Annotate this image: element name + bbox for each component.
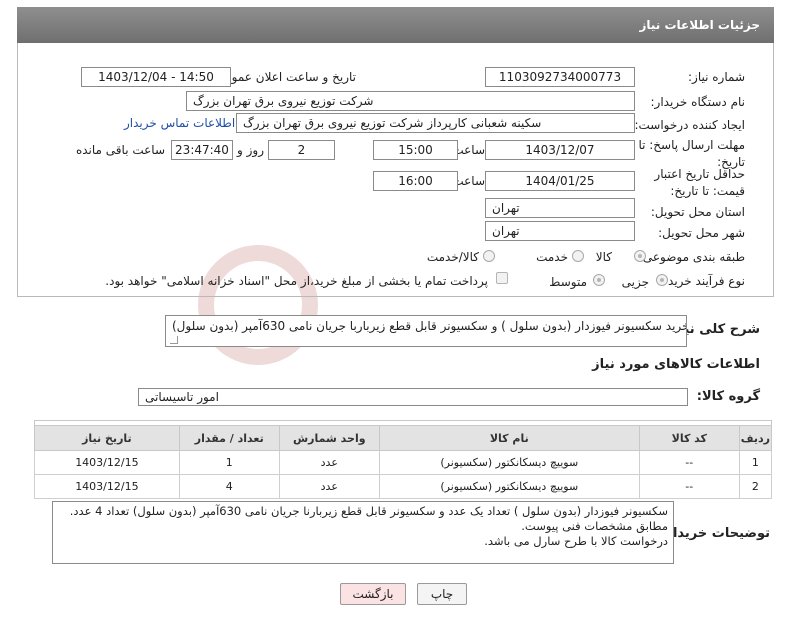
validity-label: حداقل تاریخ اعتبار قیمت: تا تاریخ: — [654, 167, 745, 198]
cell-code: -- — [638, 450, 740, 475]
buyer-notes-line-2: مطابق مشخصات فنی پیوست. — [521, 519, 668, 533]
page-title: جزئیات اطلاعات نیاز — [639, 18, 760, 32]
announce-field: 1403/12/04 - 14:50 — [81, 67, 231, 87]
days-field: 2 — [268, 140, 335, 160]
days-label: روز و — [237, 143, 264, 157]
cell-unit: عدد — [278, 450, 380, 475]
need-number-label: شماره نیاز: — [688, 70, 745, 84]
summary-textarea[interactable]: خرید سکسیونر فیوزدار (بدون سلول ) و سکسی… — [165, 315, 687, 347]
announce-label: تاریخ و ساعت اعلان عمومی: — [211, 70, 356, 84]
process-radio-medium[interactable] — [593, 274, 605, 286]
table-header-row: ردیف کد کالا نام کالا واحد شمارش تعداد /… — [34, 425, 773, 451]
col-name: نام کالا — [378, 425, 640, 451]
col-code: کد کالا — [638, 425, 740, 451]
category-radio-goods[interactable] — [634, 250, 646, 262]
process-label: نوع فرآیند خرید : — [660, 274, 745, 288]
items-table: ردیف کد کالا نام کالا واحد شمارش تعداد /… — [34, 425, 773, 499]
cell-name: سوییچ دیسکانکتور (سکسیونر) — [378, 450, 640, 475]
buyer-notes-label: توضیحات خریدار: — [660, 526, 770, 541]
goods-group-field: امور تاسیساتی — [138, 388, 688, 406]
remaining-time-field: 23:47:40 — [171, 140, 233, 160]
cell-row: 1 — [738, 450, 773, 475]
validity-date-field: 1404/01/25 — [485, 171, 635, 191]
table-row[interactable]: 2 -- سوییچ دیسکانکتور (سکسیونر) عدد 4 14… — [34, 474, 773, 499]
col-qty: تعداد / مقدار — [178, 425, 280, 451]
deadline-date-field: 1403/12/07 — [485, 140, 635, 160]
validity-time-field: 16:00 — [373, 171, 458, 191]
buyer-org-field: شرکت توزیع نیروی برق تهران بزرگ — [186, 91, 635, 111]
cell-unit: عدد — [278, 474, 380, 499]
goods-section-title: اطلاعات کالاهای مورد نیاز — [592, 357, 760, 372]
panel-header: جزئیات اطلاعات نیاز — [17, 7, 774, 43]
buyer-contact-link[interactable]: اطلاعات تماس خریدار — [124, 116, 235, 130]
col-unit: واحد شمارش — [278, 425, 380, 451]
buyer-notes-textarea[interactable]: سکسیونر فیوزدار (بدون سلول ) تعداد یک عد… — [52, 501, 674, 564]
goods-group-label: گروه کالا: — [696, 389, 760, 404]
category-option-service: خدمت — [536, 250, 568, 264]
cell-date: 1403/12/15 — [34, 450, 180, 475]
city-label: شهر محل تحویل: — [658, 226, 745, 240]
process-radio-minor[interactable] — [656, 274, 668, 286]
province-field: تهران — [485, 198, 635, 218]
buyer-notes-line-3: درخواست کالا با طرح سارل می باشد. — [484, 534, 668, 548]
creator-label: ایجاد کننده درخواست: — [634, 118, 745, 132]
buyer-notes-line-1: سکسیونر فیوزدار (بدون سلول ) تعداد یک عد… — [69, 504, 668, 518]
payment-checkbox[interactable] — [496, 272, 508, 284]
category-option-both: کالا/خدمت — [426, 250, 479, 264]
category-radio-service[interactable] — [572, 250, 584, 262]
print-button[interactable]: چاپ — [417, 583, 467, 605]
category-option-goods: کالا — [595, 250, 612, 264]
cell-date: 1403/12/15 — [34, 474, 180, 499]
need-number-field: 1103092734000773 — [485, 67, 635, 87]
process-option-minor: جزیی — [621, 275, 649, 289]
process-option-medium: متوسط — [549, 275, 587, 289]
cell-qty: 4 — [178, 474, 280, 499]
creator-field: سکینه شعبانی کارپرداز شرکت توزیع نیروی ب… — [236, 113, 635, 133]
cell-row: 2 — [738, 474, 773, 499]
deadline-time-field: 15:00 — [373, 140, 458, 160]
cell-qty: 1 — [178, 450, 280, 475]
table-row[interactable]: 1 -- سوییچ دیسکانکتور (سکسیونر) عدد 1 14… — [34, 450, 773, 475]
remaining-label: ساعت باقی مانده — [75, 143, 165, 157]
province-label: استان محل تحویل: — [650, 205, 745, 219]
back-button[interactable]: بازگشت — [340, 583, 406, 605]
payment-note: پرداخت تمام یا بخشی از مبلغ خرید،از محل … — [105, 274, 488, 288]
col-date: تاریخ نیاز — [34, 425, 180, 451]
cell-code: -- — [638, 474, 740, 499]
city-field: تهران — [485, 221, 635, 241]
category-label: طبقه بندی موضوعی: — [638, 250, 745, 264]
resize-grip-icon[interactable] — [170, 336, 178, 344]
category-radio-both[interactable] — [483, 250, 495, 262]
cell-name: سوییچ دیسکانکتور (سکسیونر) — [378, 474, 640, 499]
col-row: ردیف — [738, 425, 773, 451]
summary-text: خرید سکسیونر فیوزدار (بدون سلول ) و سکسی… — [172, 319, 687, 333]
buyer-org-label: نام دستگاه خریدار: — [650, 95, 746, 109]
